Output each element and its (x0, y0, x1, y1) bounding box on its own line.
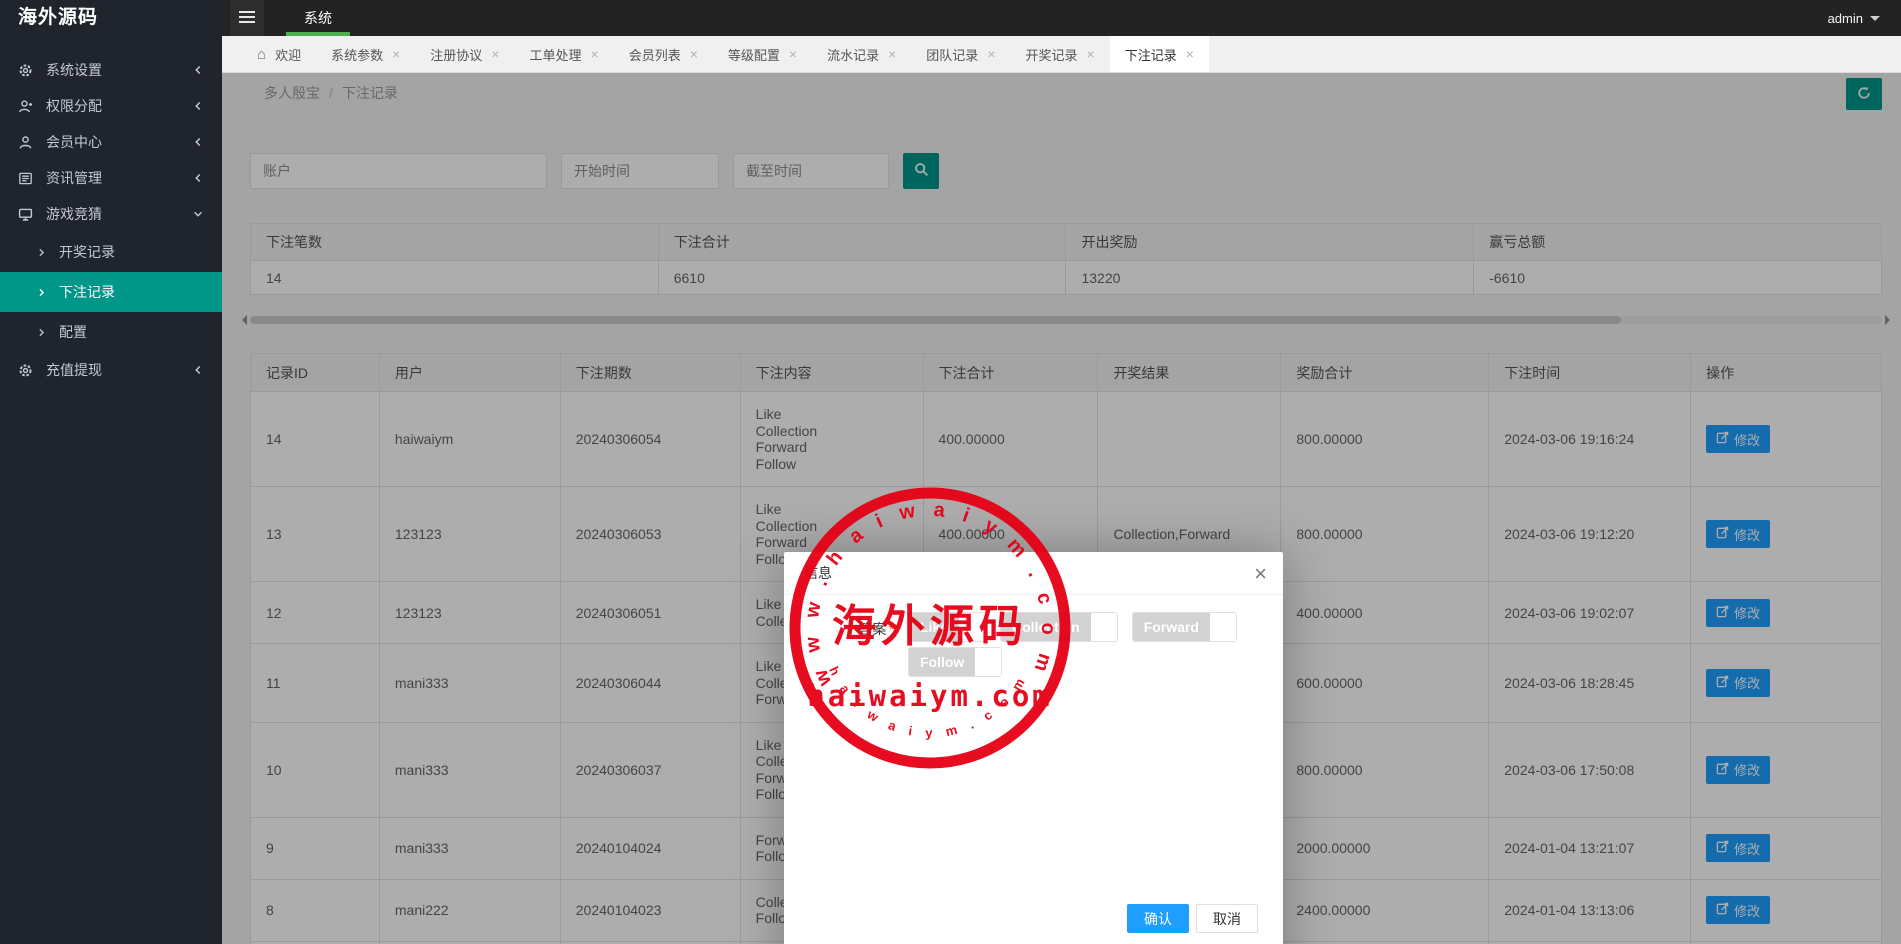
chevron-left-icon (192, 136, 204, 148)
tab-close-icon[interactable]: × (1087, 47, 1095, 61)
toggle-knob (959, 613, 985, 641)
toggle-label: Collection (1001, 613, 1091, 641)
tab-注册协议[interactable]: 注册协议 × (415, 36, 514, 72)
sidebar-item-label: 权限分配 (46, 96, 102, 116)
top-navbar: 海外源码 系统 admin (0, 0, 1901, 36)
hamburger-button[interactable] (230, 0, 264, 36)
sidebar-item-游戏竞猜[interactable]: 游戏竞猜 (0, 196, 222, 232)
tab-label: 开奖记录 (1026, 45, 1078, 64)
tab-工单处理[interactable]: 工单处理 × (514, 36, 613, 72)
toggle-knob (1091, 613, 1117, 641)
sidebar-item-label: 会员中心 (46, 132, 102, 152)
news-icon (18, 171, 33, 186)
toggle-like[interactable]: Like (908, 612, 986, 642)
sidebar-item-label: 配置 (59, 322, 87, 342)
gear-icon (18, 63, 33, 78)
caret-down-icon (1870, 16, 1880, 26)
chevron-right-icon (34, 287, 49, 298)
answer-options-row-1: Like Collection Forward (908, 612, 1237, 642)
tab-下注记录[interactable]: 下注记录 × (1110, 36, 1209, 72)
tab-close-icon[interactable]: × (789, 47, 797, 61)
toggle-label: Like (909, 613, 959, 641)
sidebar-item-label: 充值提现 (46, 360, 102, 380)
sidebar-item-下注记录[interactable]: 下注记录 (0, 272, 222, 312)
user-menu[interactable]: admin (1828, 11, 1901, 26)
tab-close-icon[interactable]: × (491, 47, 499, 61)
tab-close-icon[interactable]: × (591, 47, 599, 61)
tab-团队记录[interactable]: 团队记录 × (911, 36, 1010, 72)
tab-流水记录[interactable]: 流水记录 × (812, 36, 911, 72)
user-icon (18, 135, 33, 150)
sidebar-item-label: 开奖记录 (59, 242, 115, 262)
chevron-left-icon (192, 100, 204, 112)
users-icon (18, 99, 33, 114)
tab-close-icon[interactable]: × (888, 47, 896, 61)
tab-开奖记录[interactable]: 开奖记录 × (1011, 36, 1110, 72)
toggle-forward[interactable]: Forward (1132, 612, 1237, 642)
sidebar-item-配置[interactable]: 配置 (0, 312, 222, 352)
nav-item-label: 系统 (304, 10, 332, 26)
sidebar-item-资讯管理[interactable]: 资讯管理 (0, 160, 222, 196)
main-area: ⌂欢迎系统参数×注册协议×工单处理×会员列表×等级配置×流水记录×团队记录×开奖… (222, 36, 1901, 944)
toggle-label: Follow (909, 648, 975, 676)
chevron-left-icon (192, 172, 204, 184)
nav-item-system[interactable]: 系统 (280, 0, 356, 36)
tab-会员列表[interactable]: 会员列表 × (614, 36, 713, 72)
toggle-label: Forward (1133, 613, 1210, 641)
sidebar-item-label: 系统设置 (46, 60, 102, 80)
sidebar-item-会员中心[interactable]: 会员中心 (0, 124, 222, 160)
tab-label: 团队记录 (926, 45, 978, 64)
answer-field-label: 答案* (798, 619, 894, 639)
toggle-follow[interactable]: Follow (908, 647, 1002, 677)
monitor-icon (18, 207, 33, 222)
username: admin (1828, 11, 1863, 26)
sidebar-item-label: 下注记录 (59, 282, 115, 302)
tab-label: 系统参数 (331, 45, 383, 64)
tab-欢迎[interactable]: ⌂ 欢迎 (242, 36, 316, 72)
hamburger-icon (239, 10, 255, 27)
sidebar-item-label: 游戏竞猜 (46, 204, 102, 224)
modal-titlebar: 信息 × (784, 552, 1283, 595)
tab-等级配置[interactable]: 等级配置 × (713, 36, 812, 72)
tab-close-icon[interactable]: × (392, 47, 400, 61)
chevron-right-icon (34, 327, 49, 338)
chevron-right-icon (34, 247, 49, 258)
sidebar-item-充值提现[interactable]: 充值提现 (0, 352, 222, 388)
toggle-knob (1210, 613, 1236, 641)
sidebar-item-权限分配[interactable]: 权限分配 (0, 88, 222, 124)
tab-系统参数[interactable]: 系统参数 × (316, 36, 415, 72)
tab-label: 会员列表 (629, 45, 681, 64)
tab-label: 流水记录 (827, 45, 879, 64)
tab-label: 下注记录 (1125, 45, 1177, 64)
info-modal: 信息 × 答案* Like Collection Forward Follow 确认… (784, 552, 1283, 944)
cancel-button[interactable]: 取消 (1196, 904, 1258, 933)
chevron-left-icon (192, 364, 204, 376)
modal-title: 信息 (804, 565, 832, 581)
tab-label: 注册协议 (430, 45, 482, 64)
sidebar-item-系统设置[interactable]: 系统设置 (0, 52, 222, 88)
chevron-down-icon (192, 208, 204, 220)
toggle-knob (975, 648, 1001, 676)
modal-buttons: 确认 取消 (1127, 904, 1258, 933)
answer-options-row-2: Follow (908, 647, 1002, 677)
tab-close-icon[interactable]: × (1186, 47, 1194, 61)
active-nav-underline (286, 32, 350, 36)
tab-label: 工单处理 (529, 45, 581, 64)
toggle-collection[interactable]: Collection (1000, 612, 1118, 642)
close-icon[interactable]: × (1254, 552, 1267, 595)
tab-bar: ⌂欢迎系统参数×注册协议×工单处理×会员列表×等级配置×流水记录×团队记录×开奖… (222, 36, 1901, 73)
home-icon: ⌂ (257, 46, 266, 63)
sidebar-item-开奖记录[interactable]: 开奖记录 (0, 232, 222, 272)
app-logo: 海外源码 (0, 0, 222, 36)
chevron-left-icon (192, 64, 204, 76)
sidebar: 系统设置权限分配会员中心资讯管理游戏竞猜开奖记录下注记录配置充值提现 (0, 36, 222, 944)
sidebar-item-label: 资讯管理 (46, 168, 102, 188)
tab-close-icon[interactable]: × (987, 47, 995, 61)
tab-label: 等级配置 (728, 45, 780, 64)
tab-close-icon[interactable]: × (690, 47, 698, 61)
gear-icon (18, 363, 33, 378)
confirm-button[interactable]: 确认 (1127, 904, 1189, 933)
required-asterisk: * (889, 621, 894, 637)
tab-label: 欢迎 (275, 45, 301, 64)
